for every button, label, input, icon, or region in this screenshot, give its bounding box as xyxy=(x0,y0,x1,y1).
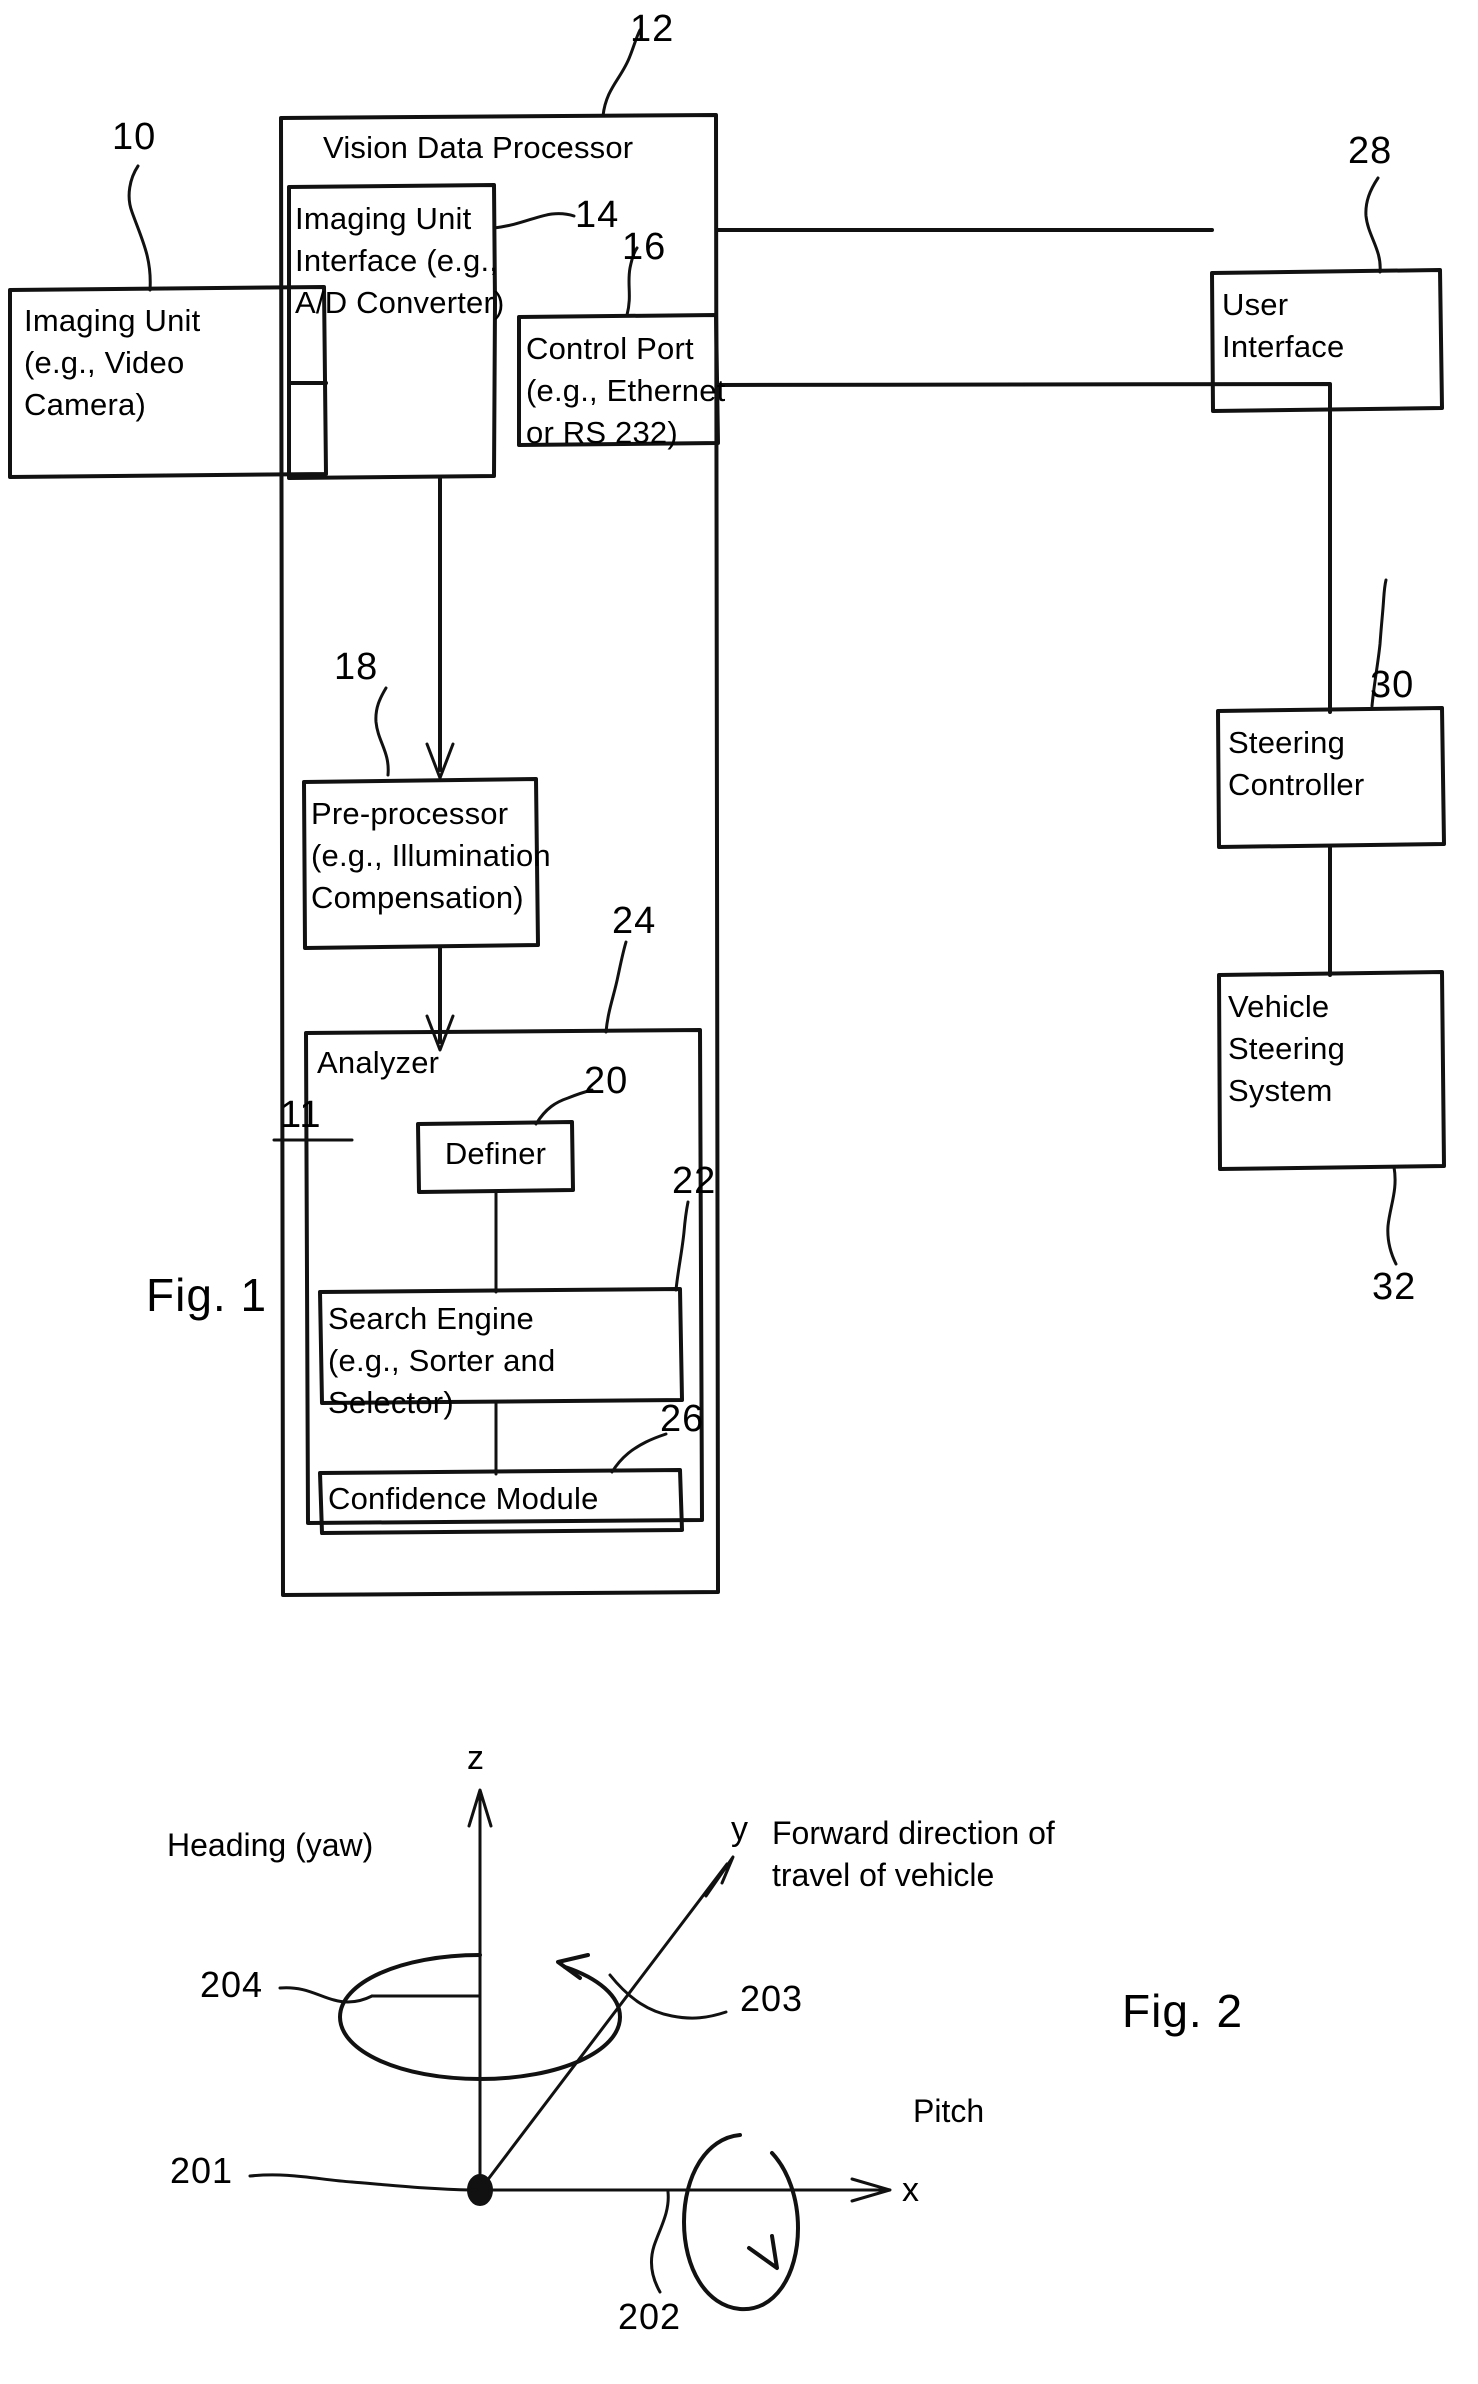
ref-22: 22 xyxy=(672,1160,717,1202)
axis-y xyxy=(478,1862,729,2192)
leader-24 xyxy=(604,940,628,1034)
ref-201: 201 xyxy=(170,2150,234,2191)
axis-y-label: y xyxy=(731,1810,748,1848)
arrowhead-pitch xyxy=(747,2234,779,2270)
leader-201 xyxy=(248,2173,478,2192)
patent-figure-sheet: Imaging Unit (e.g., Video Camera) 10 Vis… xyxy=(0,0,1478,2384)
ref-11: 11 xyxy=(280,1094,322,1136)
axis-x-label: x xyxy=(902,2171,919,2209)
ref-28: 28 xyxy=(1348,130,1393,172)
search-engine-label: Search Engine (e.g., Sorter and Selector… xyxy=(328,1301,556,1420)
definer-label: Definer xyxy=(444,1136,547,1171)
ref-202: 202 xyxy=(618,2296,682,2337)
imaging-unit-label: Imaging Unit (e.g., Video Camera) xyxy=(24,303,201,422)
leader-32 xyxy=(1386,1165,1398,1266)
ref-18: 18 xyxy=(334,646,379,688)
imaging-unit-interface-label: Imaging Unit Interface (e.g., A/D Conver… xyxy=(295,201,505,320)
ref-26: 26 xyxy=(660,1398,705,1440)
pitch-label: Pitch xyxy=(913,2093,985,2129)
control-port-label: Control Port (e.g., Ethernet or RS 232) xyxy=(526,331,726,450)
ref-14: 14 xyxy=(575,194,620,236)
forward-direction-label: Forward direction of travel of vehicle xyxy=(772,1815,1055,1893)
confidence-module-label: Confidence Module xyxy=(328,1481,599,1516)
ref-10: 10 xyxy=(112,116,157,158)
ref-24: 24 xyxy=(612,900,657,942)
axis-z-label: z xyxy=(467,1739,484,1777)
user-interface-label: User Interface xyxy=(1222,287,1345,364)
leader-10 xyxy=(127,164,152,292)
figure-2-caption: Fig. 2 xyxy=(1122,1985,1244,2037)
ref-30: 30 xyxy=(1370,664,1415,706)
pitch-rotation-ellipse xyxy=(682,2133,800,2312)
steering-controller-label: Steering Controller xyxy=(1228,725,1365,802)
leader-18 xyxy=(374,686,390,777)
vision-data-processor-title: Vision Data Processor xyxy=(323,130,634,165)
pre-processor-label: Pre-processor (e.g., Illumination Compen… xyxy=(311,796,551,915)
ref-12: 12 xyxy=(630,8,675,50)
link-control-port-to-steering xyxy=(716,382,1332,714)
arrowhead-y xyxy=(704,1855,735,1898)
leader-26 xyxy=(610,1432,668,1474)
ref-32: 32 xyxy=(1372,1266,1417,1308)
leader-22 xyxy=(674,1200,690,1292)
ref-203: 203 xyxy=(740,1978,804,2019)
leader-202 xyxy=(650,2190,670,2294)
figure-1-caption: Fig. 1 xyxy=(146,1269,268,1321)
ref-16: 16 xyxy=(622,226,667,268)
leader-28 xyxy=(1364,176,1382,274)
analyzer-box xyxy=(304,1028,704,1525)
vehicle-steering-system-label: Vehicle Steering System xyxy=(1228,989,1346,1108)
analyzer-title: Analyzer xyxy=(317,1045,440,1080)
ref-20: 20 xyxy=(584,1060,629,1102)
leader-204 xyxy=(278,1986,374,2004)
heading-yaw-label: Heading (yaw) xyxy=(167,1827,374,1863)
ref-204: 204 xyxy=(200,1964,264,2005)
